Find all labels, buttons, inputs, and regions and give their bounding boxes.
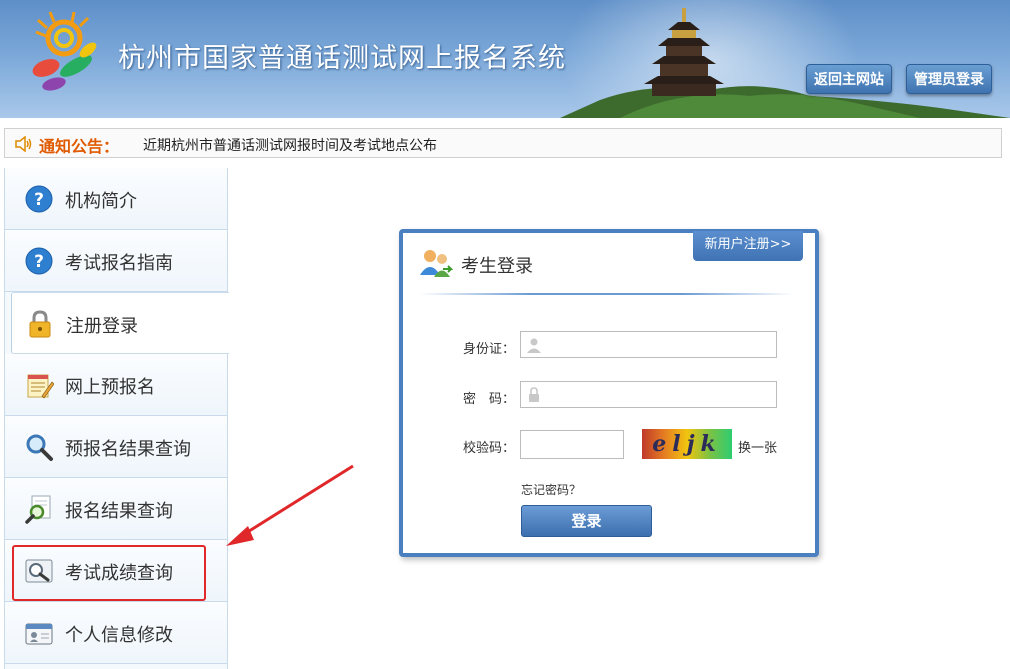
sidebar-item-label: 报名结果查询 bbox=[65, 501, 173, 522]
magnifier-icon bbox=[26, 434, 53, 461]
lock-icon bbox=[529, 387, 539, 402]
sidebar-item-label: 注册登录 bbox=[66, 316, 138, 337]
score-query-highlight bbox=[12, 545, 206, 601]
new-user-register-link[interactable]: 新用户注册>> bbox=[693, 231, 803, 261]
search-document-icon bbox=[25, 495, 51, 524]
lock-icon bbox=[29, 310, 51, 338]
sidebar-item-label: 考试报名指南 bbox=[65, 253, 173, 274]
red-arrow-annotation bbox=[226, 464, 354, 546]
users-icon bbox=[420, 250, 453, 277]
sidebar-item-profile-edit[interactable]: 个人信息修改 bbox=[5, 602, 227, 664]
sidebar-item-pre-registration-result[interactable]: 预报名结果查询 bbox=[5, 416, 227, 478]
notice-bar: 通知公告： 近期杭州市普通话测试网报时间及考试地点公布 bbox=[4, 128, 1002, 158]
sidebar-item-about[interactable]: ? 机构简介 bbox=[5, 168, 227, 230]
return-main-site-button[interactable]: 返回主网站 bbox=[806, 64, 892, 94]
captcha-input[interactable] bbox=[520, 430, 624, 459]
login-title: 考生登录 bbox=[461, 256, 533, 277]
svg-text:?: ? bbox=[34, 190, 44, 210]
speaker-icon bbox=[15, 136, 32, 152]
password-input[interactable] bbox=[520, 381, 777, 408]
site-logo-icon bbox=[32, 11, 97, 91]
sidebar-item-label: 机构简介 bbox=[65, 191, 137, 212]
pagoda-banner-image bbox=[560, 8, 1010, 118]
notice-link[interactable]: 近期杭州市普通话测试网报时间及考试地点公布 bbox=[143, 135, 437, 155]
site-header: 杭州市国家普通话测试网上报名系统 返回主网站 管理员登录 bbox=[0, 0, 1010, 118]
svg-text:?: ? bbox=[34, 252, 44, 272]
id-card-icon bbox=[25, 623, 53, 645]
sidebar-item-label: 网上预报名 bbox=[65, 377, 155, 398]
notepad-icon bbox=[27, 374, 54, 399]
login-button[interactable]: 登录 bbox=[521, 505, 652, 537]
sidebar-item-pre-registration[interactable]: 网上预报名 bbox=[5, 354, 227, 416]
sidebar-item-register-login[interactable]: 注册登录 bbox=[11, 292, 229, 354]
login-panel: 考生登录 新用户注册>> 身份证： 密 码： 校验码： eljk 换一张 忘记密… bbox=[399, 229, 819, 557]
captcha-label: 校验码： bbox=[462, 441, 515, 456]
admin-login-button[interactable]: 管理员登录 bbox=[906, 64, 992, 94]
help-icon: ? bbox=[25, 247, 53, 275]
id-number-input[interactable] bbox=[520, 331, 777, 358]
sidebar-item-registration-result[interactable]: 报名结果查询 bbox=[5, 478, 227, 540]
site-title: 杭州市国家普通话测试网上报名系统 bbox=[118, 43, 566, 74]
help-icon: ? bbox=[25, 185, 53, 213]
sidebar-item-label: 个人信息修改 bbox=[65, 625, 173, 646]
sidebar-item-guide[interactable]: ? 考试报名指南 bbox=[5, 230, 227, 292]
user-icon bbox=[527, 338, 541, 353]
id-label: 身份证： bbox=[462, 342, 515, 357]
captcha-image[interactable]: eljk bbox=[642, 429, 732, 459]
refresh-captcha-link[interactable]: 换一张 bbox=[738, 437, 777, 456]
forgot-password-link[interactable]: 忘记密码？ bbox=[521, 481, 581, 498]
sidebar-item-label: 预报名结果查询 bbox=[65, 439, 191, 460]
password-label: 密 码： bbox=[462, 392, 515, 407]
notice-title: 通知公告： bbox=[39, 137, 120, 156]
